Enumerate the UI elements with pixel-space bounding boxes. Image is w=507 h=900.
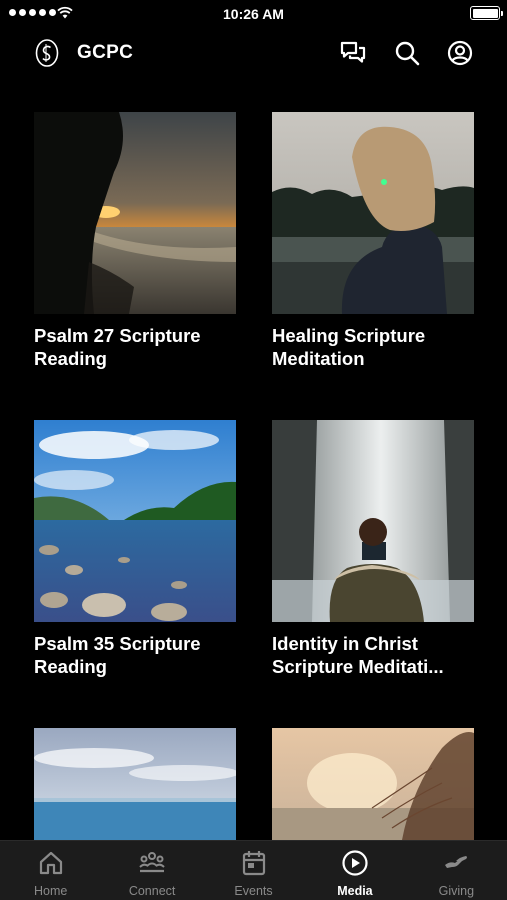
search-icon[interactable] <box>394 40 420 66</box>
tab-label: Events <box>234 884 273 898</box>
media-card[interactable]: Identity in Christ Scripture Meditati... <box>272 420 474 678</box>
app-title: GCPC <box>77 42 134 63</box>
media-title[interactable]: Healing Scripture Meditation <box>272 324 474 370</box>
media-title[interactable]: Psalm 35 Scripture Reading <box>34 632 236 678</box>
tab-connect[interactable]: Connect <box>101 841 202 900</box>
media-thumbnail[interactable] <box>34 728 236 840</box>
media-thumbnail[interactable] <box>272 112 474 314</box>
media-card[interactable] <box>34 728 236 840</box>
status-time: 10:26 AM <box>223 6 284 22</box>
tab-home[interactable]: Home <box>0 841 101 900</box>
play-icon <box>342 850 368 876</box>
battery-icon <box>470 6 503 20</box>
tab-events[interactable]: Events <box>203 841 304 900</box>
tab-label: Home <box>34 884 68 898</box>
tab-giving[interactable]: Giving <box>406 841 507 900</box>
calendar-icon <box>242 851 265 876</box>
media-title[interactable]: Identity in Christ Scripture Meditati... <box>272 632 474 678</box>
home-icon <box>39 851 62 875</box>
media-thumbnail[interactable] <box>34 420 236 622</box>
app-header: GCPC <box>0 36 507 70</box>
media-card[interactable] <box>272 728 474 840</box>
media-thumbnail[interactable] <box>272 728 474 840</box>
bottom-tab-bar: Home Connect Events Media Giving <box>0 840 507 900</box>
media-card[interactable]: Psalm 35 Scripture Reading <box>34 420 236 678</box>
people-icon <box>139 852 165 873</box>
media-thumbnail[interactable] <box>272 420 474 622</box>
church-logo-icon <box>35 39 59 67</box>
media-thumbnail[interactable] <box>34 112 236 314</box>
tab-label: Giving <box>438 884 475 898</box>
tab-label: Connect <box>128 884 176 898</box>
status-bar: 10:26 AM <box>0 0 507 28</box>
media-card[interactable]: Psalm 27 Scripture Reading <box>34 112 236 370</box>
tab-label: Media <box>337 884 373 898</box>
profile-icon[interactable] <box>447 40 473 66</box>
chat-icon[interactable] <box>340 40 366 66</box>
tab-media[interactable]: Media <box>304 841 405 900</box>
media-card[interactable]: Healing Scripture Meditation <box>272 112 474 370</box>
giving-icon <box>445 856 468 868</box>
media-title[interactable]: Psalm 27 Scripture Reading <box>34 324 236 370</box>
